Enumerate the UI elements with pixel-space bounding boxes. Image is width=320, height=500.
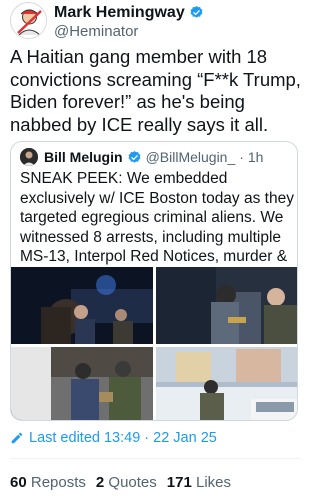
- quotes-stat[interactable]: 2 Quotes: [96, 474, 157, 491]
- author-handle[interactable]: @Heminator: [54, 22, 204, 41]
- last-edited-link[interactable]: Last edited 13:49 · 22 Jan 25: [10, 430, 217, 446]
- quoted-verified-badge-icon: [128, 150, 140, 163]
- media-photo-1[interactable]: [11, 267, 153, 344]
- quoted-media-grid: [11, 267, 297, 420]
- media-photo-3[interactable]: [11, 347, 153, 420]
- reposts-stat[interactable]: 60 Reposts: [10, 474, 86, 491]
- likes-stat[interactable]: 171 Likes: [167, 474, 231, 491]
- tweet-text: A Haitian gang member with 18 conviction…: [10, 46, 301, 135]
- verified-badge-icon: [190, 5, 203, 18]
- last-edited-label[interactable]: Last edited 13:49 · 22 Jan 25: [29, 430, 217, 446]
- media-photo-2[interactable]: [156, 267, 297, 344]
- pencil-icon: [11, 432, 23, 444]
- quoted-tweet[interactable]: Bill Melugin @BillMelugin_ · 1h SNEAK PE…: [10, 141, 298, 421]
- tweet-header: Mark Hemingway @Heminator: [10, 2, 300, 42]
- quotes-count: 2: [95, 474, 105, 491]
- quoted-author-handle: @BillMelugin_: [145, 149, 236, 165]
- quoted-tweet-time: · 1h: [239, 149, 264, 165]
- author-display-name[interactable]: Mark Hemingway: [54, 3, 185, 22]
- quoted-tweet-header: Bill Melugin @BillMelugin_ · 1h: [20, 147, 263, 167]
- quoted-author-display-name: Bill Melugin: [44, 149, 123, 165]
- likes-count: 171: [166, 474, 192, 491]
- divider: [10, 458, 300, 459]
- media-photo-4[interactable]: [156, 347, 297, 420]
- quotes-label: Quotes: [108, 474, 157, 491]
- reposts-count: 60: [10, 474, 27, 491]
- engagement-stats: 60 Reposts 2 Quotes 171 Likes: [10, 474, 231, 491]
- likes-label: Likes: [195, 474, 232, 491]
- reposts-label: Reposts: [30, 474, 86, 491]
- author-avatar[interactable]: [10, 2, 47, 39]
- quoted-author-avatar: [20, 148, 38, 166]
